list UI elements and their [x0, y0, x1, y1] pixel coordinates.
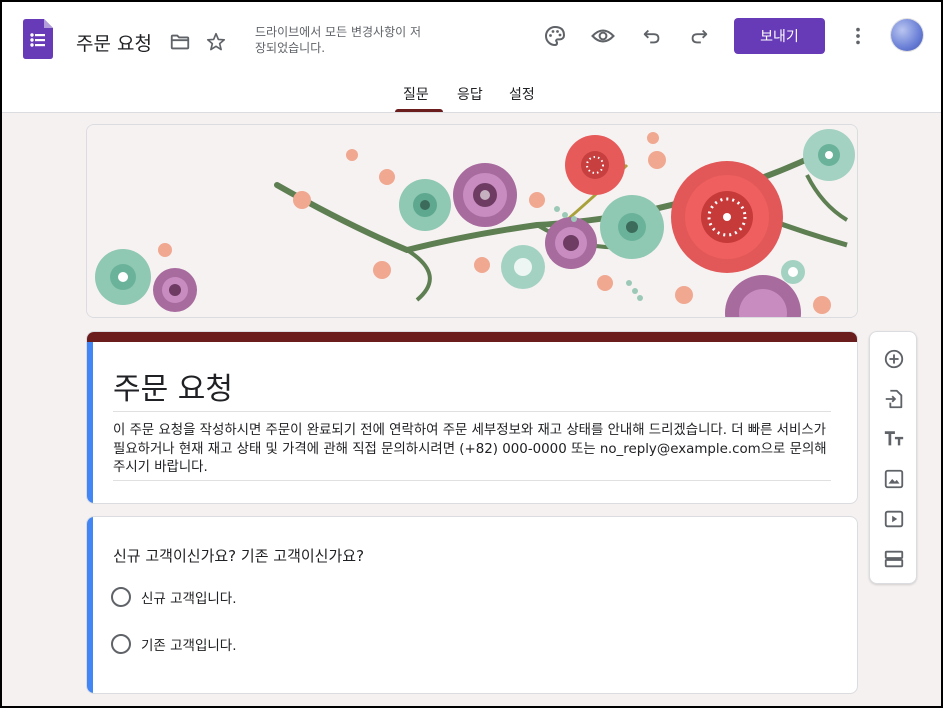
radio-button[interactable]: [111, 634, 131, 654]
folder-icon[interactable]: [162, 24, 198, 60]
more-vert-icon[interactable]: [840, 18, 876, 54]
add-question-icon[interactable]: [876, 341, 912, 377]
option-existing-customer[interactable]: 기존 고객입니다.: [111, 633, 237, 655]
question-card-indicator: [87, 517, 93, 693]
active-tab-indicator: [395, 109, 443, 112]
undo-icon[interactable]: [634, 18, 670, 54]
import-questions-icon[interactable]: [876, 381, 912, 417]
radio-button[interactable]: [111, 587, 131, 607]
forms-logo-icon[interactable]: [23, 19, 53, 59]
option-label: 기존 고객입니다.: [141, 638, 237, 654]
add-video-icon[interactable]: [876, 501, 912, 537]
document-title[interactable]: 주문 요청: [76, 29, 152, 56]
question-title[interactable]: 신규 고객이신가요? 기존 고객이신가요?: [113, 545, 364, 566]
active-card-indicator: [87, 342, 93, 503]
title-underline: [113, 411, 831, 412]
send-button[interactable]: 보내기: [734, 18, 825, 54]
option-label: 신규 고객입니다.: [141, 591, 237, 607]
question-card[interactable]: 신규 고객이신가요? 기존 고객이신가요? 신규 고객입니다. 기존 고객입니다…: [86, 516, 858, 694]
tab-questions[interactable]: 질문: [403, 84, 429, 104]
option-new-customer[interactable]: 신규 고객입니다.: [111, 586, 237, 608]
star-icon[interactable]: [198, 24, 234, 60]
top-bar: 주문 요청 드라이브에서 모든 변경사항이 저장되었습니다. 보내기 질문 응답: [2, 2, 941, 113]
save-status-text: 드라이브에서 모든 변경사항이 저장되었습니다.: [255, 25, 422, 55]
add-image-icon[interactable]: [876, 461, 912, 497]
editor-tabs: 질문 응답 설정: [2, 72, 941, 112]
add-section-icon[interactable]: [876, 541, 912, 577]
form-title[interactable]: 주문 요청: [113, 364, 233, 408]
form-description[interactable]: 이 주문 요청을 작성하시면 주문이 완료되기 전에 연락하여 주문 세부정보와…: [113, 422, 833, 478]
palette-icon[interactable]: [537, 18, 573, 54]
form-title-card[interactable]: 주문 요청 이 주문 요청을 작성하시면 주문이 완료되기 전에 연락하여 주문…: [86, 331, 858, 504]
forms-editor-window: 주문 요청 드라이브에서 모든 변경사항이 저장되었습니다. 보내기 질문 응답: [2, 2, 941, 706]
tab-settings[interactable]: 설정: [509, 84, 535, 104]
preview-eye-icon[interactable]: [585, 18, 621, 54]
header-banner-image: [86, 124, 858, 318]
floating-toolbar: [869, 331, 917, 584]
description-underline: [113, 480, 831, 481]
tab-responses[interactable]: 응답: [457, 84, 483, 104]
redo-icon[interactable]: [681, 18, 717, 54]
avatar[interactable]: [891, 19, 923, 51]
theme-color-strip: [87, 332, 857, 342]
add-title-icon[interactable]: [876, 421, 912, 457]
